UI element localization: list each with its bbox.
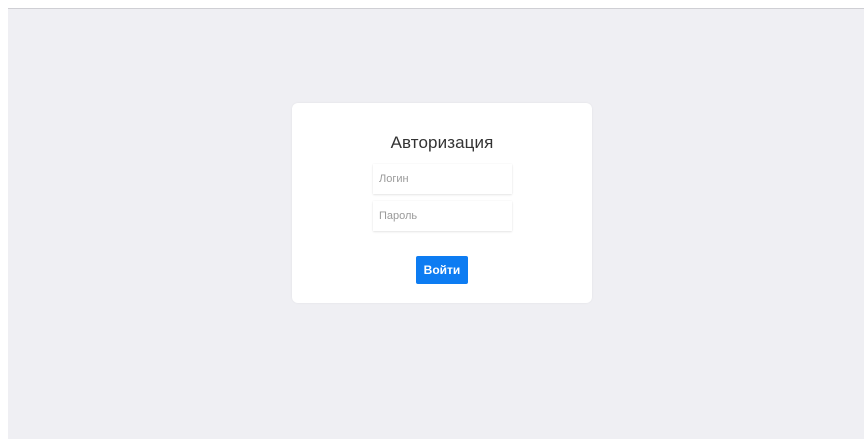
login-submit-button[interactable]: Войти (416, 256, 468, 284)
password-input[interactable] (373, 201, 512, 231)
login-input[interactable] (373, 164, 512, 194)
login-title: Авторизация (390, 133, 494, 152)
login-card: Авторизация Войти (292, 103, 592, 303)
